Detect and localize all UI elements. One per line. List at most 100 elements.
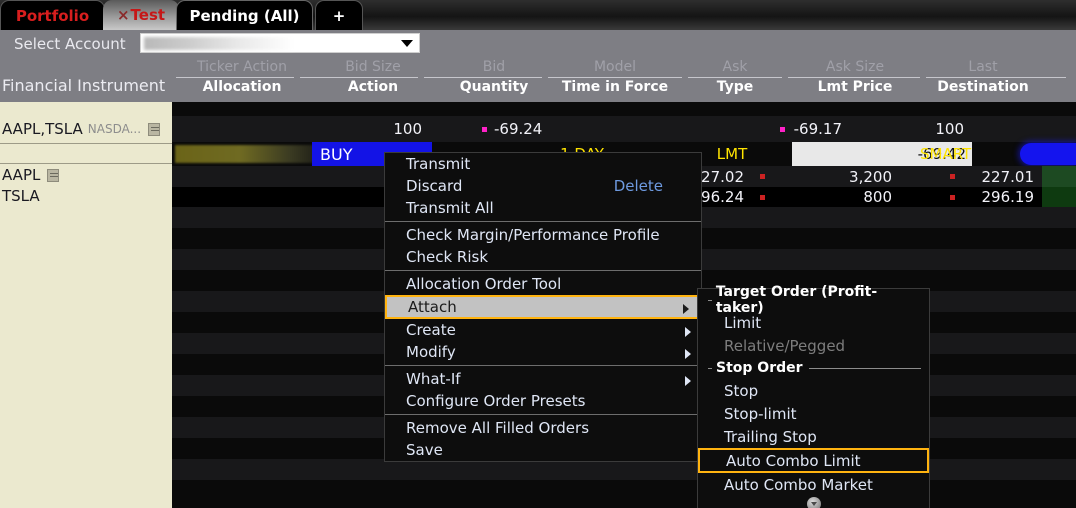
tab-add-new[interactable]: + bbox=[315, 0, 363, 30]
submenu-item-trailing-stop[interactable]: Trailing Stop bbox=[698, 425, 929, 448]
header-quantity[interactable]: Quantity bbox=[434, 79, 554, 95]
context-menu[interactable]: TransmitDiscardDelete Transmit All Check M… bbox=[384, 152, 702, 462]
menu-item-transmit[interactable]: Transmit bbox=[385, 153, 701, 175]
submenu-group-header: Target Order (Profit-taker) bbox=[698, 289, 929, 311]
instrument-combo[interactable]: AAPL,TSLA NASDA... bbox=[0, 116, 172, 142]
header-type[interactable]: Type bbox=[675, 79, 795, 95]
menu-item-label: Configure Order Presets bbox=[406, 392, 585, 410]
submenu-group-label: Stop Order bbox=[716, 360, 803, 376]
cell-leg-ask-size: 800 bbox=[780, 187, 900, 207]
select-account-label: Select Account bbox=[14, 35, 126, 53]
menu-item-allocation-order-tool[interactable]: Allocation Order Tool bbox=[385, 273, 701, 295]
cell-destination[interactable]: SMART bbox=[920, 142, 971, 166]
instrument-leg-tsla[interactable]: TSLA bbox=[0, 185, 172, 207]
chevron-right-icon bbox=[683, 304, 689, 314]
chevron-right-icon bbox=[685, 376, 691, 386]
tab-portfolio[interactable]: Portfolio bbox=[0, 0, 105, 30]
chevron-right-icon bbox=[685, 349, 691, 359]
scroll-down-icon[interactable] bbox=[698, 496, 929, 508]
tab-pending-all-label: Pending (All) bbox=[190, 7, 300, 25]
menu-item-attach[interactable]: Attach bbox=[385, 295, 701, 319]
header-time-in-force[interactable]: Time in Force bbox=[555, 79, 675, 95]
header-ask[interactable]: Ask bbox=[675, 59, 795, 75]
tab-test[interactable]: × Test bbox=[103, 0, 179, 30]
submenu-item-stop[interactable]: Stop bbox=[698, 379, 929, 402]
submenu-item-label: Trailing Stop bbox=[724, 428, 817, 446]
attach-submenu[interactable]: Target Order (Profit-taker) Limit Relative… bbox=[697, 288, 930, 508]
menu-separator bbox=[385, 414, 701, 415]
header-financial-instrument[interactable]: Financial Instrument bbox=[0, 68, 172, 102]
header-destination[interactable]: Destination bbox=[923, 79, 1043, 95]
note-icon[interactable] bbox=[47, 169, 59, 182]
instrument-combo-exchange: NASDA... bbox=[88, 122, 141, 136]
header-ticker-action[interactable]: Ticker Action bbox=[182, 59, 302, 75]
submenu-group-label: Target Order (Profit-taker) bbox=[716, 284, 915, 316]
tab-bar: Portfolio × Test Pending (All) + bbox=[0, 0, 1076, 30]
tick-indicator-icon bbox=[780, 127, 785, 132]
menu-item-label: What-If bbox=[406, 370, 461, 388]
menu-item-label: Remove All Filled Orders bbox=[406, 419, 589, 437]
cell-allocation-redacted[interactable] bbox=[175, 145, 320, 163]
submenu-item-auto-combo-limit[interactable]: Auto Combo Limit bbox=[698, 448, 929, 473]
submenu-item-auto-combo-market[interactable]: Auto Combo Market bbox=[698, 473, 929, 496]
account-value-redacted bbox=[144, 37, 294, 50]
menu-item-create[interactable]: Create bbox=[385, 319, 701, 341]
menu-item-what-if[interactable]: What-If bbox=[385, 368, 701, 390]
menu-item-label: Create bbox=[406, 321, 456, 339]
account-bar: Select Account bbox=[0, 30, 1076, 58]
header-lmt-price[interactable]: Lmt Price bbox=[795, 79, 915, 95]
order-status-indicator bbox=[1020, 143, 1076, 165]
header-action[interactable]: Action bbox=[313, 79, 433, 95]
menu-item-label: Modify bbox=[406, 343, 456, 361]
tab-test-label: Test bbox=[131, 6, 166, 24]
header-model[interactable]: Model bbox=[555, 59, 675, 75]
cell-leg-last: 227.01 bbox=[924, 166, 1042, 187]
menu-separator bbox=[385, 365, 701, 366]
menu-separator bbox=[385, 221, 701, 222]
menu-item-label: Check Risk bbox=[406, 248, 488, 266]
header-last[interactable]: Last bbox=[923, 59, 1043, 75]
header-bid[interactable]: Bid bbox=[434, 59, 554, 75]
menu-item-label: Transmit All bbox=[406, 199, 494, 217]
instrument-column: AAPL,TSLA NASDA... AAPL TSLA bbox=[0, 102, 172, 508]
menu-item-label: Save bbox=[406, 441, 443, 459]
submenu-item-relative-pegged: Relative/Pegged bbox=[698, 334, 929, 357]
close-icon[interactable]: × bbox=[117, 6, 130, 24]
menu-item-discard[interactable]: DiscardDelete bbox=[385, 175, 701, 197]
submenu-item-label: Auto Combo Limit bbox=[726, 452, 861, 470]
leg-status-block bbox=[1042, 187, 1076, 207]
instrument-leg-aapl[interactable]: AAPL bbox=[0, 164, 172, 186]
account-select[interactable] bbox=[140, 33, 420, 53]
tick-indicator-icon bbox=[482, 127, 487, 132]
menu-item-save[interactable]: Save bbox=[385, 439, 701, 461]
submenu-item-stop-limit[interactable]: Stop-limit bbox=[698, 402, 929, 425]
cell-leg-last: 296.19 bbox=[924, 187, 1042, 207]
header-ask-size[interactable]: Ask Size bbox=[795, 59, 915, 75]
table-row-combo-quote[interactable]: 100 -69.24 -69.17 100 bbox=[172, 116, 1076, 142]
submenu-item-label: Stop bbox=[724, 382, 758, 400]
header-bid-size[interactable]: Bid Size bbox=[313, 59, 433, 75]
table-row bbox=[172, 459, 1076, 480]
chevron-right-icon bbox=[685, 327, 691, 337]
menu-item-modify[interactable]: Modify bbox=[385, 341, 701, 363]
submenu-item-label: Relative/Pegged bbox=[724, 337, 845, 355]
group-rule-right bbox=[809, 368, 921, 369]
chevron-down-icon[interactable] bbox=[401, 40, 413, 47]
instrument-leg-tsla-symbol: TSLA bbox=[2, 187, 40, 205]
menu-item-shortcut: Delete bbox=[614, 177, 663, 195]
menu-item-configure-order-presets[interactable]: Configure Order Presets bbox=[385, 390, 701, 412]
tab-portfolio-label: Portfolio bbox=[16, 7, 89, 25]
menu-item-remove-all-filled-orders[interactable]: Remove All Filled Orders bbox=[385, 417, 701, 439]
column-headers: Financial Instrument Ticker Action Bid S… bbox=[0, 58, 1076, 102]
leg-status-block bbox=[1042, 166, 1076, 187]
menu-item-check-margin-performance-profile[interactable]: Check Margin/Performance Profile bbox=[385, 224, 701, 246]
menu-item-transmit-all[interactable]: Transmit All bbox=[385, 197, 701, 219]
header-allocation[interactable]: Allocation bbox=[182, 79, 302, 95]
tab-pending-all[interactable]: Pending (All) bbox=[176, 0, 313, 30]
menu-item-label: Attach bbox=[408, 298, 457, 316]
menu-item-label: Check Margin/Performance Profile bbox=[406, 226, 660, 244]
instrument-combo-symbol: AAPL,TSLA bbox=[2, 120, 83, 138]
submenu-item-label: Limit bbox=[724, 314, 761, 332]
menu-item-check-risk[interactable]: Check Risk bbox=[385, 246, 701, 268]
note-icon[interactable] bbox=[148, 123, 160, 136]
